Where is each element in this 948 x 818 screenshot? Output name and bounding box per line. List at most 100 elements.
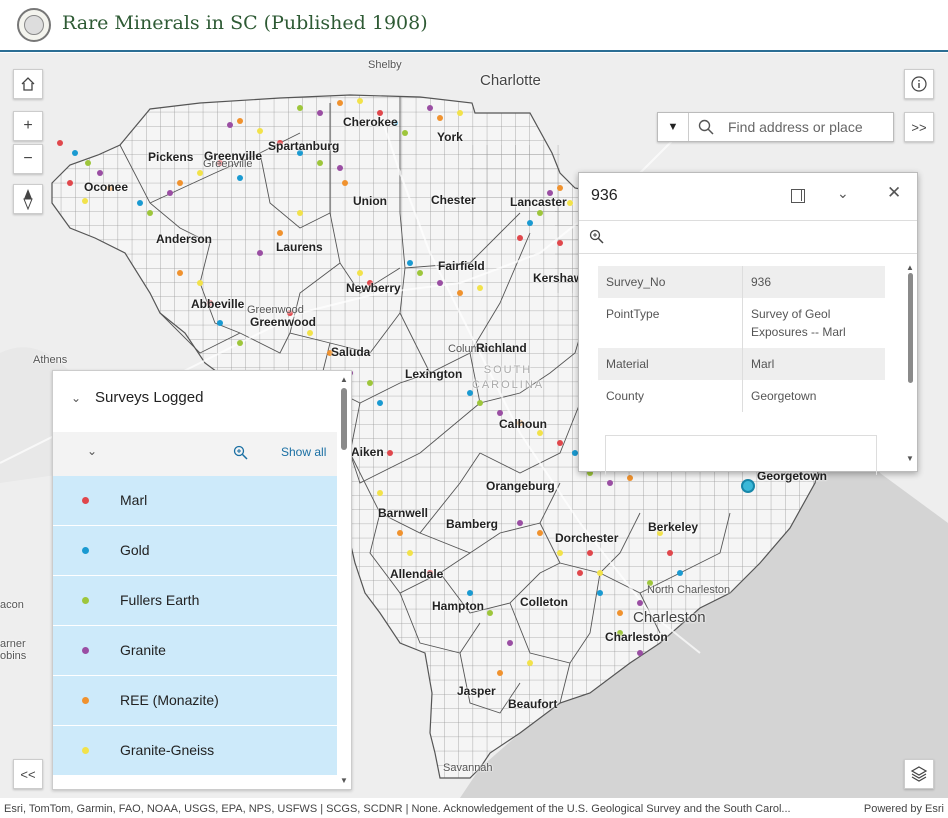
survey-point-marker[interactable] <box>597 570 603 576</box>
zoom-to-icon[interactable] <box>233 445 249 461</box>
survey-point-marker[interactable] <box>227 122 233 128</box>
survey-point-marker[interactable] <box>82 198 88 204</box>
survey-point-marker[interactable] <box>517 235 523 241</box>
survey-point-marker[interactable] <box>237 118 243 124</box>
popup-scrollbar[interactable]: ▲ ▼ <box>905 259 915 467</box>
survey-point-marker[interactable] <box>477 285 483 291</box>
scroll-thumb[interactable] <box>341 388 347 450</box>
survey-point-marker[interactable] <box>437 280 443 286</box>
survey-point-marker[interactable] <box>527 660 533 666</box>
survey-point-marker[interactable] <box>342 180 348 186</box>
survey-point-marker[interactable] <box>567 200 573 206</box>
legend-item[interactable]: Gold <box>53 526 337 576</box>
survey-point-marker[interactable] <box>337 100 343 106</box>
dock-icon[interactable] <box>791 189 805 203</box>
survey-point-marker[interactable] <box>557 240 563 246</box>
survey-point-marker[interactable] <box>297 105 303 111</box>
attribution-text[interactable]: Esri, TomTom, Garmin, FAO, NOAA, USGS, E… <box>4 803 791 815</box>
survey-point-marker[interactable] <box>147 210 153 216</box>
legend-scrollbar[interactable]: ▲ ▼ <box>339 371 351 789</box>
zoom-to-icon[interactable] <box>589 229 605 245</box>
compass-button[interactable] <box>13 184 43 214</box>
legend-item[interactable]: Marl <box>53 476 337 526</box>
search-source-dropdown[interactable]: ▼ <box>658 113 689 141</box>
survey-point-marker[interactable] <box>297 210 303 216</box>
survey-point-marker[interactable] <box>357 270 363 276</box>
show-all-link[interactable]: Show all <box>281 445 326 459</box>
survey-point-marker[interactable] <box>407 550 413 556</box>
home-button[interactable] <box>13 69 43 99</box>
zoom-out-button[interactable]: − <box>13 144 43 174</box>
chevron-down-icon[interactable]: ⌄ <box>87 444 97 458</box>
survey-point-marker[interactable] <box>377 490 383 496</box>
survey-point-marker[interactable] <box>557 440 563 446</box>
survey-point-marker[interactable] <box>177 180 183 186</box>
survey-point-marker[interactable] <box>637 600 643 606</box>
survey-point-marker[interactable] <box>377 400 383 406</box>
survey-point-marker[interactable] <box>467 590 473 596</box>
powered-by-esri[interactable]: Powered by Esri <box>864 803 944 815</box>
chevron-down-icon[interactable]: ⌄ <box>71 391 81 405</box>
survey-point-marker[interactable] <box>667 550 673 556</box>
survey-point-marker[interactable] <box>167 190 173 196</box>
survey-point-marker[interactable] <box>437 115 443 121</box>
survey-point-marker[interactable] <box>307 330 313 336</box>
legend-item[interactable]: REE (Monazite) <box>53 676 337 726</box>
survey-point-marker[interactable] <box>257 250 263 256</box>
survey-point-marker[interactable] <box>367 380 373 386</box>
survey-point-marker[interactable] <box>497 410 503 416</box>
survey-point-marker[interactable] <box>537 210 543 216</box>
survey-point-marker[interactable] <box>237 175 243 181</box>
survey-point-marker[interactable] <box>677 570 683 576</box>
survey-point-marker[interactable] <box>97 170 103 176</box>
legend-item[interactable]: Fullers Earth <box>53 576 337 626</box>
collapse-popup-button[interactable]: ⌄ <box>837 185 849 202</box>
survey-point-marker[interactable] <box>607 480 613 486</box>
survey-point-marker[interactable] <box>177 270 183 276</box>
survey-point-marker[interactable] <box>72 150 78 156</box>
legend-item[interactable]: Granite <box>53 626 337 676</box>
survey-point-marker[interactable] <box>537 530 543 536</box>
legend-header[interactable]: ⌄ Surveys Logged <box>53 371 341 431</box>
search-icon[interactable] <box>698 119 714 135</box>
survey-point-marker[interactable] <box>597 590 603 596</box>
survey-point-marker[interactable] <box>617 610 623 616</box>
survey-point-marker[interactable] <box>237 340 243 346</box>
survey-point-marker[interactable] <box>587 550 593 556</box>
survey-point-marker[interactable] <box>357 98 363 104</box>
legend-item[interactable]: Granite-Gneiss <box>53 726 337 776</box>
survey-point-marker[interactable] <box>317 160 323 166</box>
survey-point-marker[interactable] <box>557 185 563 191</box>
survey-point-marker[interactable] <box>577 570 583 576</box>
survey-point-marker[interactable] <box>627 475 633 481</box>
search-input[interactable] <box>728 113 888 141</box>
survey-point-marker[interactable] <box>217 320 223 326</box>
zoom-in-button[interactable]: + <box>13 111 43 141</box>
survey-point-marker[interactable] <box>387 450 393 456</box>
survey-point-marker[interactable] <box>337 165 343 171</box>
survey-point-marker[interactable] <box>407 260 413 266</box>
survey-point-marker[interactable] <box>487 610 493 616</box>
survey-point-marker[interactable] <box>277 230 283 236</box>
expand-button[interactable]: >> <box>904 112 934 142</box>
survey-point-marker[interactable] <box>507 640 513 646</box>
survey-point-marker[interactable] <box>557 550 563 556</box>
survey-point-marker[interactable] <box>637 650 643 656</box>
survey-point-marker[interactable] <box>57 140 63 146</box>
survey-point-marker[interactable] <box>457 110 463 116</box>
survey-point-marker[interactable] <box>527 220 533 226</box>
survey-point-marker[interactable] <box>427 105 433 111</box>
survey-point-marker[interactable] <box>137 200 143 206</box>
survey-point-marker[interactable] <box>417 270 423 276</box>
survey-point-marker[interactable] <box>197 170 203 176</box>
survey-point-marker[interactable] <box>85 160 91 166</box>
survey-point-marker[interactable] <box>457 290 463 296</box>
survey-point-marker[interactable] <box>257 128 263 134</box>
survey-point-marker[interactable] <box>497 670 503 676</box>
info-button[interactable] <box>904 69 934 99</box>
survey-point-marker[interactable] <box>317 110 323 116</box>
survey-point-marker[interactable] <box>67 180 73 186</box>
survey-point-marker[interactable] <box>197 280 203 286</box>
survey-point-marker[interactable] <box>517 520 523 526</box>
survey-point-marker[interactable] <box>477 400 483 406</box>
